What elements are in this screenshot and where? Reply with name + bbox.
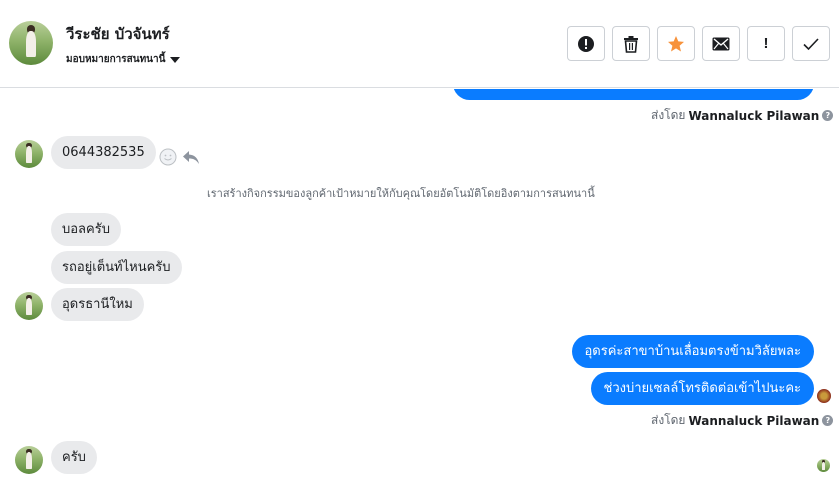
message-thread[interactable]: ส่งโดย Wannaluck Pilawan ? 0644382535 เร…: [0, 89, 839, 502]
mark-unread-button[interactable]: [702, 26, 740, 61]
report-button[interactable]: [567, 26, 605, 61]
header-actions: !: [567, 26, 830, 61]
assign-conversation-dropdown[interactable]: มอบหมายการสนทนานี้: [66, 52, 181, 67]
contact-avatar-small[interactable]: [15, 140, 43, 168]
exclamation-icon: !: [763, 35, 769, 52]
mark-done-button[interactable]: [792, 26, 830, 61]
reply-icon: [183, 151, 199, 164]
incoming-message[interactable]: บอลครับ: [51, 213, 121, 246]
sent-by-prefix: ส่งโดย: [651, 108, 686, 122]
sent-by-prefix: ส่งโดย: [651, 413, 686, 427]
star-icon: [668, 35, 684, 51]
assign-label: มอบหมายการสนทนานี้: [66, 54, 166, 65]
sender-name: Wannaluck Pilawan: [688, 413, 820, 428]
react-button[interactable]: [158, 147, 178, 167]
read-receipt-avatar: [817, 459, 830, 472]
star-button[interactable]: [657, 26, 695, 61]
envelope-icon: [712, 37, 730, 50]
checkmark-icon: [803, 37, 819, 50]
contact-avatar-small[interactable]: [15, 292, 43, 320]
conversation-header: วีระชัย บัวจันทร์ มอบหมายการสนทนานี้ !: [0, 0, 839, 88]
help-icon[interactable]: ?: [822, 110, 834, 121]
outgoing-message-partial[interactable]: [453, 89, 814, 100]
contact-name[interactable]: วีระชัย บัวจันทร์: [66, 22, 170, 46]
smiley-icon: [159, 148, 177, 166]
reply-button[interactable]: [181, 147, 201, 167]
outgoing-message[interactable]: ช่วงบ่ายเซลล์โทรติดต่อเข้าไปนะคะ: [590, 372, 814, 405]
contact-avatar[interactable]: [9, 21, 53, 65]
system-note: เราสร้างกิจกรรมของลูกค้าเป้าหมายให้กับคุ…: [207, 187, 595, 200]
flag-button[interactable]: !: [747, 26, 785, 61]
caret-down-icon: [170, 56, 181, 63]
incoming-message[interactable]: 0644382535: [51, 136, 156, 169]
contact-avatar-small[interactable]: [15, 446, 43, 474]
delete-button[interactable]: [612, 26, 650, 61]
incoming-message[interactable]: ครับ: [51, 441, 97, 474]
incoming-message[interactable]: อุดรธานีใหม: [51, 288, 144, 321]
outgoing-message[interactable]: อุดรค่ะสาขาบ้านเลื่อมตรงข้ามวิลัยพละ: [571, 335, 814, 368]
help-icon[interactable]: ?: [822, 415, 834, 426]
alert-circle-icon: [578, 35, 594, 52]
sent-by-label: ส่งโดย Wannaluck Pilawan ?: [651, 106, 834, 125]
sent-by-label: ส่งโดย Wannaluck Pilawan ?: [651, 411, 834, 430]
trash-icon: [624, 35, 638, 53]
seen-indicator-icon: [817, 389, 831, 403]
sender-name: Wannaluck Pilawan: [688, 108, 820, 123]
incoming-message[interactable]: รถอยู่เต็นท์ไหนครับ: [51, 251, 182, 284]
